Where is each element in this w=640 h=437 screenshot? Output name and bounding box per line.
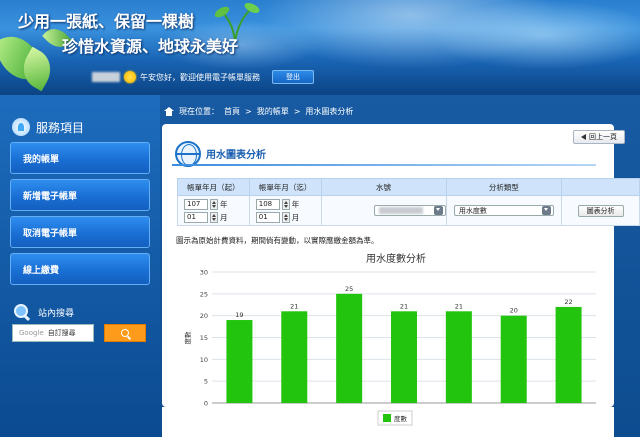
magnifier-icon (14, 304, 30, 320)
year-unit: 年 (220, 199, 228, 209)
home-icon (164, 107, 174, 116)
end-month-input[interactable]: 01 (255, 211, 280, 223)
site-search-title: 站內搜尋 (14, 304, 74, 320)
site-search-label: 站內搜尋 (38, 308, 75, 319)
bar[interactable] (336, 293, 363, 403)
chart-title: 用水度數分析 (366, 252, 426, 265)
y-tick-label: 10 (200, 356, 208, 364)
bar[interactable] (391, 311, 417, 403)
water-number-redacted (378, 207, 423, 214)
header-water-number: 水號 (320, 178, 447, 196)
greeting-text: 午安您好，歡迎使用電子帳單服務 (140, 72, 260, 82)
user-bar: 午安您好，歡迎使用電子帳單服務 登出 (92, 70, 314, 84)
search-placeholder: 自訂搜尋 (47, 329, 76, 337)
y-tick-label: 20 (200, 312, 208, 320)
y-tick-label: 5 (204, 378, 208, 386)
water-usage-chart: 用水度數分析 度數 0 5 10 15 20 25 30 19 21 25 21 21 20 22 度數 (183, 252, 596, 426)
bar[interactable] (226, 320, 253, 403)
header-end-month: 帳單年月（迄） (248, 178, 322, 196)
end-year-input[interactable]: 108 (255, 198, 280, 210)
breadcrumb-home[interactable]: 首頁 (224, 106, 240, 117)
breadcrumb-separator: > (245, 107, 252, 116)
breadcrumb: 現在位置： 首頁 > 我的帳單 > 用水圖表分析 (164, 106, 353, 117)
bar-value-label: 21 (400, 302, 408, 310)
query-form: 帳單年月（起） 帳單年月（迄） 水號 分析類型 107 年 01 月 108 年… (177, 178, 640, 226)
y-axis-label: 度數 (183, 331, 192, 345)
slogan-line2: 珍惜水資源、地球永美好 (62, 37, 239, 56)
bar-value-label: 20 (510, 307, 518, 315)
bar[interactable] (555, 306, 582, 403)
y-tick-label: 15 (200, 334, 208, 342)
sidebar-item-my-bills[interactable]: 我的帳單 (10, 142, 150, 174)
bar[interactable] (500, 315, 527, 403)
spinner-arrows-icon[interactable] (210, 198, 218, 210)
search-button[interactable] (104, 324, 146, 342)
legend-swatch (383, 414, 391, 422)
back-label: 回上一頁 (589, 133, 617, 141)
query-cell: 圖表分析 (561, 195, 640, 226)
user-name-redacted (92, 72, 120, 82)
chart-legend: 度數 (377, 410, 413, 426)
header-start-month: 帳單年月（起） (177, 178, 250, 196)
bar[interactable] (445, 311, 472, 403)
breadcrumb-my-bills[interactable]: 我的帳單 (257, 106, 289, 117)
start-month-input[interactable]: 01 (184, 211, 208, 223)
bar-value-label: 21 (290, 302, 298, 310)
header-analysis-type: 分析類型 (445, 178, 563, 196)
chevron-down-icon (433, 206, 443, 215)
y-tick-label: 30 (200, 269, 208, 277)
header-empty (561, 178, 640, 196)
sidebar-item-online-payment[interactable]: 線上繳費 (10, 253, 150, 285)
breadcrumb-current: 用水圖表分析 (305, 107, 354, 116)
sidebar-item-add-ebill[interactable]: 新增電子帳單 (10, 179, 150, 211)
logout-button[interactable]: 登出 (272, 70, 314, 84)
end-month-cell: 108 年 01 月 (248, 195, 322, 226)
month-unit: 月 (220, 212, 228, 222)
chart-analysis-button[interactable]: 圖表分析 (577, 204, 624, 217)
sidebar-title-label: 服務項目 (36, 120, 85, 135)
water-number-select[interactable] (373, 205, 446, 216)
analysis-type-cell: 用水度數 (445, 195, 563, 226)
y-tick-label: 25 (200, 290, 208, 298)
breadcrumb-separator: > (293, 107, 301, 116)
year-unit: 年 (291, 199, 300, 209)
y-tick-label: 0 (204, 400, 208, 408)
arrow-left-icon (581, 134, 586, 140)
start-month-cell: 107 年 01 月 (177, 195, 250, 226)
start-year-input[interactable]: 107 (184, 198, 208, 210)
billing-note: 圖示為原始計費資料，期間倘有變動，以實際應繳金額為準。 (176, 236, 379, 245)
bar-value-label: 25 (345, 285, 353, 293)
page-title: 用水圖表分析 (206, 150, 266, 161)
sidebar-item-cancel-ebill[interactable]: 取消電子帳單 (10, 216, 150, 248)
water-number-cell (320, 195, 447, 226)
service-icon (12, 118, 30, 136)
spinner-arrows-icon[interactable] (281, 198, 290, 210)
google-label: Google (19, 329, 44, 337)
breadcrumb-prefix: 現在位置： (179, 107, 219, 116)
month-unit: 月 (291, 212, 300, 222)
spinner-arrows-icon[interactable] (210, 211, 218, 223)
bar-value-label: 21 (455, 302, 463, 310)
analysis-type-value: 用水度數 (458, 206, 487, 215)
slogan-line1: 少用一張紙、保留一棵樹 (18, 12, 195, 31)
bar-value-label: 22 (564, 298, 572, 306)
bar[interactable] (281, 311, 308, 403)
back-button[interactable]: 回上一頁 (573, 130, 625, 144)
legend-label: 度數 (394, 414, 408, 423)
header-banner: 少用一張紙、保留一棵樹 珍惜水資源、地球永美好 午安您好，歡迎使用電子帳單服務 … (0, 0, 640, 95)
title-divider (172, 164, 596, 166)
sidebar-title: 服務項目 (12, 118, 84, 136)
bar-value-label: 19 (235, 311, 243, 319)
chevron-down-icon (541, 206, 551, 215)
spinner-arrows-icon[interactable] (281, 211, 290, 223)
search-icon (121, 329, 129, 337)
analysis-type-select[interactable]: 用水度數 (453, 205, 554, 216)
sun-icon (124, 71, 136, 83)
search-input[interactable]: Google 自訂搜尋 (12, 324, 94, 342)
